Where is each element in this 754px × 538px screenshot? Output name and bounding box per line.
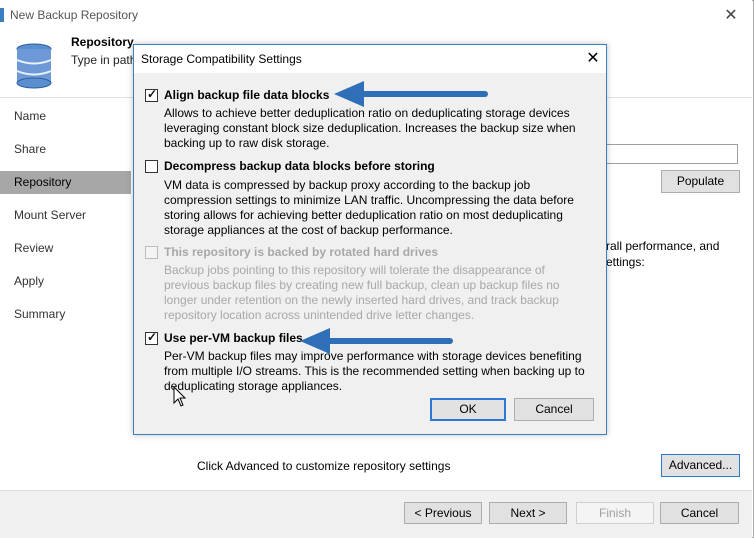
dialog-close-icon[interactable]: ✕ <box>584 48 602 70</box>
rotated-drives-label: This repository is backed by rotated har… <box>164 245 439 259</box>
description-line: storage appliances at the cost of backup… <box>164 223 453 237</box>
description-line: from multiple I/O streams. This is the r… <box>164 364 585 378</box>
step-review[interactable]: Review <box>0 237 131 260</box>
step-apply[interactable]: Apply <box>0 270 131 293</box>
rotated-drives-description: Backup jobs pointing to this repository … <box>164 263 594 323</box>
dialog-title: Storage Compatibility Settings <box>141 52 302 66</box>
align-blocks-checkbox[interactable] <box>145 87 158 102</box>
align-blocks-description: Allows to achieve better deduplication r… <box>164 106 594 151</box>
description-line: VM data is compressed by backup proxy ac… <box>164 178 531 192</box>
step-mount-server[interactable]: Mount Server <box>0 204 131 227</box>
next-button[interactable]: Next > <box>489 502 567 524</box>
description-line: Backup jobs pointing to this repository … <box>164 263 545 277</box>
path-input[interactable] <box>602 144 738 164</box>
step-share[interactable]: Share <box>0 138 131 161</box>
database-icon <box>16 43 52 89</box>
header-subtitle: Type in path <box>71 53 137 67</box>
decompress-label[interactable]: Decompress backup data blocks before sto… <box>164 159 435 173</box>
description-line: longer under retention on the newly inse… <box>164 293 559 307</box>
header-title: Repository <box>71 35 134 49</box>
per-vm-label[interactable]: Use per-VM backup files <box>164 331 303 345</box>
window-title: New Backup Repository <box>10 8 139 22</box>
finish-button: Finish <box>576 502 654 524</box>
window-close-icon[interactable]: ✕ <box>716 4 746 28</box>
advanced-hint: Click Advanced to customize repository s… <box>197 459 451 473</box>
ok-button[interactable]: OK <box>430 398 506 421</box>
annotation-arrow-icon <box>334 81 488 107</box>
populate-button[interactable]: Populate <box>661 170 740 193</box>
wizard-steps: Name Share Repository Mount Server Revie… <box>0 98 131 490</box>
description-line: deduplicating storage appliances. <box>164 379 343 393</box>
description-line: storing allows for achieving better dedu… <box>164 208 563 222</box>
align-blocks-label[interactable]: Align backup file data blocks <box>164 88 329 102</box>
previous-button[interactable]: < Previous <box>404 502 482 524</box>
description-line: previous backup files by creating new fu… <box>164 278 560 292</box>
annotation-arrow-icon <box>300 328 453 354</box>
description-line: repository location across unintended dr… <box>164 308 475 322</box>
app-icon <box>0 8 4 22</box>
description-line: compression settings to minimize LAN tra… <box>164 193 574 207</box>
advanced-button[interactable]: Advanced... <box>661 454 740 477</box>
description-line: leveraging constant block size deduplica… <box>164 121 576 135</box>
per-vm-checkbox[interactable] <box>145 330 158 345</box>
mouse-cursor-icon <box>173 386 187 407</box>
description-line: backing up to raw disk storage. <box>164 136 330 150</box>
step-repository[interactable]: Repository <box>0 171 131 194</box>
decompress-checkbox[interactable] <box>145 160 158 173</box>
decompress-description: VM data is compressed by backup proxy ac… <box>164 178 594 238</box>
info-text-line2: ettings: <box>606 255 645 269</box>
step-summary[interactable]: Summary <box>0 303 131 326</box>
rotated-drives-checkbox <box>145 246 158 259</box>
cancel-button[interactable]: Cancel <box>660 502 739 524</box>
step-name[interactable]: Name <box>0 105 131 128</box>
info-text-line1: rall performance, and <box>606 239 720 253</box>
dialog-cancel-button[interactable]: Cancel <box>514 398 594 421</box>
